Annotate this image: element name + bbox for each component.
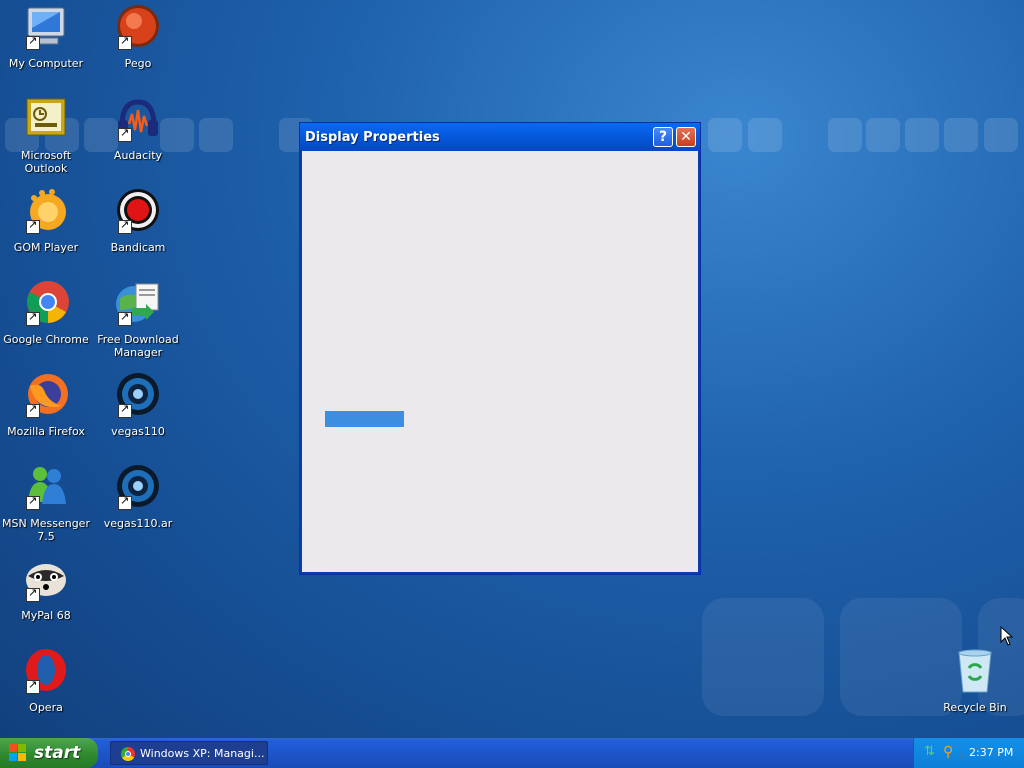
desktop-icon-label: Recycle Bin: [943, 701, 1007, 714]
desktop-icon-pego[interactable]: Pego: [92, 4, 184, 70]
shortcut-arrow-icon: [118, 494, 132, 510]
desktop-icon-label: Audacity: [113, 149, 163, 162]
msn-messenger-icon: [22, 464, 70, 512]
taskbar-item-label: Windows XP: Managi...: [140, 747, 265, 760]
shortcut-arrow-icon: [26, 402, 40, 418]
help-button[interactable]: ?: [653, 127, 673, 147]
bandicam-icon: [114, 188, 162, 236]
shortcut-arrow-icon: [26, 586, 40, 602]
desktop-icon-bandicam[interactable]: Bandicam: [92, 188, 184, 254]
dialog-client-area: [302, 151, 698, 572]
shortcut-arrow-icon: [26, 310, 40, 326]
clock[interactable]: 2:37 PM: [969, 746, 1013, 759]
dialog-titlebar[interactable]: Display Properties ? ✕: [300, 123, 700, 151]
shortcut-arrow-icon: [26, 494, 40, 510]
desktop-icon-vegas110[interactable]: vegas110: [92, 372, 184, 438]
start-button[interactable]: start: [0, 738, 98, 768]
system-tray: ⇅ ⚲ 2:37 PM: [913, 738, 1024, 768]
outlook-icon: [22, 96, 70, 144]
shortcut-arrow-icon: [118, 310, 132, 326]
close-button[interactable]: ✕: [676, 127, 696, 147]
desktop-icon-msn-messenger[interactable]: MSN Messenger 7.5: [0, 464, 92, 543]
shortcut-arrow-icon: [118, 34, 132, 50]
desktop-icon-mypal[interactable]: MyPal 68: [0, 556, 92, 622]
desktop-icon-label: Opera: [29, 701, 63, 714]
audacity-icon: [114, 96, 162, 144]
progress-fill: [325, 411, 405, 427]
vegas-icon: [114, 372, 162, 420]
my-computer-icon: [22, 4, 70, 52]
desktop-icon-label: GOM Player: [13, 241, 79, 254]
shortcut-arrow-icon: [118, 402, 132, 418]
dialog-title: Display Properties: [305, 130, 440, 145]
mouse-pointer-icon: [1000, 626, 1014, 646]
shortcut-arrow-icon: [26, 218, 40, 234]
desktop-icon-google-chrome[interactable]: Google Chrome: [0, 280, 92, 346]
taskbar-item-chrome-window[interactable]: Windows XP: Managi...: [110, 741, 268, 765]
shortcut-arrow-icon: [118, 126, 132, 142]
loading-progress-bar: [325, 411, 501, 427]
gom-player-icon: [22, 188, 70, 236]
desktop-icon-vegas110-ar[interactable]: vegas110.ar: [92, 464, 184, 530]
chrome-icon: [121, 747, 135, 761]
desktop-icon-label: Pego: [124, 57, 152, 70]
desktop-icon-free-download-manager[interactable]: Free Download Manager: [92, 280, 184, 359]
close-icon: ✕: [680, 129, 692, 145]
desktop-icon-microsoft-outlook[interactable]: Microsoft Outlook: [0, 96, 92, 175]
shortcut-arrow-icon: [26, 678, 40, 694]
desktop-icon-label: My Computer: [8, 57, 84, 70]
desktop-icon-label: Microsoft Outlook: [20, 149, 72, 175]
start-label: start: [34, 743, 81, 763]
opera-icon: [22, 648, 70, 696]
wallpaper-block: [702, 598, 824, 716]
desktop-icon-recycle-bin[interactable]: Recycle Bin: [929, 648, 1021, 714]
desktop-icon-label: Google Chrome: [3, 333, 89, 346]
desktop-icon-label: vegas110: [111, 425, 165, 438]
desktop-icon-gom-player[interactable]: GOM Player: [0, 188, 92, 254]
help-icon: ?: [658, 129, 668, 145]
desktop-icon-my-computer[interactable]: My Computer: [0, 4, 92, 70]
chrome-icon: [22, 280, 70, 328]
shortcut-arrow-icon: [26, 34, 40, 50]
display-properties-dialog[interactable]: Display Properties ? ✕: [299, 122, 701, 575]
desktop-icon-label: MyPal 68: [21, 609, 71, 622]
recycle-bin-icon: [951, 648, 999, 696]
desktop-icon-label: Mozilla Firefox: [7, 425, 85, 438]
free-download-manager-icon: [114, 280, 162, 328]
network-icon[interactable]: ⇅: [924, 745, 938, 759]
desktop-icon-label: MSN Messenger 7.5: [2, 517, 90, 543]
taskbar: start Windows XP: Managi... ⇅ ⚲ 2:37 PM: [0, 738, 1024, 768]
desktop-icon-label: vegas110.ar: [103, 517, 173, 530]
desktop-icon-opera[interactable]: Opera: [0, 648, 92, 714]
desktop-icon-mozilla-firefox[interactable]: Mozilla Firefox: [0, 372, 92, 438]
desktop-icon-label: Free Download Manager: [97, 333, 179, 359]
shortcut-arrow-icon: [118, 218, 132, 234]
firefox-icon: [22, 372, 70, 420]
pego-icon: [114, 4, 162, 52]
vegas-icon: [114, 464, 162, 512]
desktop-icon-label: Bandicam: [110, 241, 166, 254]
desktop-icon-audacity[interactable]: Audacity: [92, 96, 184, 162]
search-icon[interactable]: ⚲: [943, 744, 959, 760]
windows-logo-icon: [9, 744, 27, 762]
mypal-icon: [22, 556, 70, 604]
